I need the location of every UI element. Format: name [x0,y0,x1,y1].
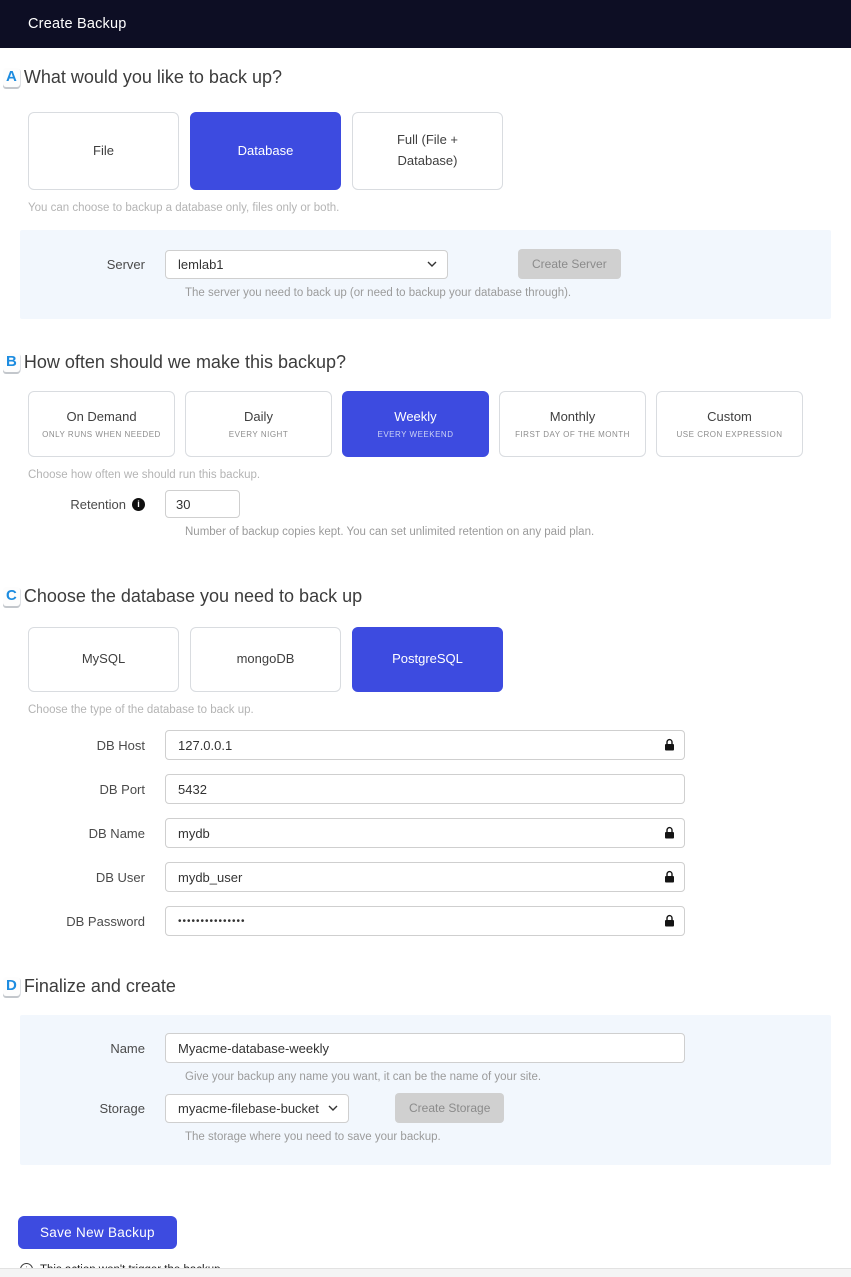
frequency-on-demand-label: On Demand [66,407,136,428]
backup-type-database[interactable]: Database [190,112,341,190]
section-finalize-title-text: Finalize and create [24,976,176,997]
storage-select-value: myacme-filebase-bucket [178,1101,319,1116]
database-type-mysql-label: MySQL [82,649,125,670]
create-server-button[interactable]: Create Server [518,249,621,279]
section-database-title-text: Choose the database you need to back up [24,586,362,607]
database-type-mysql[interactable]: MySQL [28,627,179,692]
retention-info-icon[interactable]: i [132,498,145,511]
frequency-caption: Choose how often we should run this back… [28,469,831,481]
section-finalize-title: D Finalize and create [3,976,831,997]
storage-label: Storage [20,1101,165,1116]
section-frequency-title-text: How often should we make this backup? [24,352,346,373]
save-new-backup-button[interactable]: Save New Backup [18,1216,177,1249]
lock-icon [664,739,675,752]
section-database-title: C Choose the database you need to back u… [3,586,831,607]
database-type-mongodb-label: mongoDB [237,649,295,670]
server-select[interactable]: lemlab1 [165,250,448,279]
db-password-input[interactable] [165,906,685,936]
frequency-weekly[interactable]: Weekly EVERY WEEKEND [342,391,489,457]
database-type-postgresql[interactable]: PostgreSQL [352,627,503,692]
db-password-label: DB Password [20,914,165,929]
section-badge-d: D [3,977,20,996]
section-badge-c: C [3,587,20,606]
server-panel: Server lemlab1 Create Server The server … [20,230,831,319]
db-user-label: DB User [20,870,165,885]
database-type-mongodb[interactable]: mongoDB [190,627,341,692]
lock-icon [664,827,675,840]
database-type-options: MySQL mongoDB PostgreSQL [28,627,831,692]
retention-label: Retention [70,497,126,512]
database-type-caption: Choose the type of the database to back … [28,704,831,716]
retention-label-wrap: Retention i [20,497,165,512]
section-what-title-text: What would you like to back up? [24,67,282,88]
frequency-daily-label: Daily [244,407,273,428]
chevron-down-icon [427,261,437,267]
backup-type-full[interactable]: Full (File + Database) [352,112,503,190]
backup-type-database-label: Database [238,141,294,162]
backup-type-file[interactable]: File [28,112,179,190]
frequency-custom[interactable]: Custom USE CRON EXPRESSION [656,391,803,457]
section-what-title: A What would you like to back up? [3,67,831,88]
section-badge-b: B [3,353,20,372]
database-type-postgresql-label: PostgreSQL [392,649,463,670]
backup-type-caption: You can choose to backup a database only… [28,202,831,214]
frequency-weekly-label: Weekly [394,407,436,428]
frequency-custom-sub: USE CRON EXPRESSION [677,429,783,442]
page-header: Create Backup [0,0,851,48]
page-footer-strip [0,1268,851,1277]
frequency-on-demand[interactable]: On Demand ONLY RUNS WHEN NEEDED [28,391,175,457]
page-title: Create Backup [28,16,127,32]
db-port-input[interactable] [165,774,685,804]
frequency-monthly-sub: FIRST DAY OF THE MONTH [515,429,630,442]
frequency-weekly-sub: EVERY WEEKEND [377,429,453,442]
storage-select[interactable]: myacme-filebase-bucket [165,1094,349,1123]
db-user-input[interactable] [165,862,685,892]
retention-help: Number of backup copies kept. You can se… [185,526,831,538]
db-port-label: DB Port [20,782,165,797]
lock-icon [664,915,675,928]
retention-input[interactable] [165,490,240,518]
backup-name-label: Name [20,1041,165,1056]
frequency-monthly-label: Monthly [550,407,596,428]
frequency-daily-sub: EVERY NIGHT [229,429,288,442]
server-select-value: lemlab1 [178,257,224,272]
db-host-label: DB Host [20,738,165,753]
server-label: Server [20,257,165,272]
finalize-panel: Name Give your backup any name you want,… [20,1015,831,1165]
frequency-on-demand-sub: ONLY RUNS WHEN NEEDED [42,429,161,442]
frequency-monthly[interactable]: Monthly FIRST DAY OF THE MONTH [499,391,646,457]
backup-type-full-label: Full (File + Database) [367,130,488,172]
section-badge-a: A [3,68,20,87]
server-help: The server you need to back up (or need … [185,287,831,299]
frequency-custom-label: Custom [707,407,752,428]
backup-type-options: File Database Full (File + Database) [28,112,831,190]
frequency-daily[interactable]: Daily EVERY NIGHT [185,391,332,457]
chevron-down-icon [328,1105,338,1111]
db-name-label: DB Name [20,826,165,841]
backup-type-file-label: File [93,141,114,162]
db-name-input[interactable] [165,818,685,848]
frequency-options: On Demand ONLY RUNS WHEN NEEDED Daily EV… [28,391,831,457]
database-fields: DB Host DB Port DB Name D [20,730,831,936]
backup-name-help: Give your backup any name you want, it c… [185,1071,831,1083]
lock-icon [664,871,675,884]
backup-name-input[interactable] [165,1033,685,1063]
db-host-input[interactable] [165,730,685,760]
create-storage-button[interactable]: Create Storage [395,1093,504,1123]
section-frequency-title: B How often should we make this backup? [3,352,831,373]
storage-help: The storage where you need to save your … [185,1131,831,1143]
